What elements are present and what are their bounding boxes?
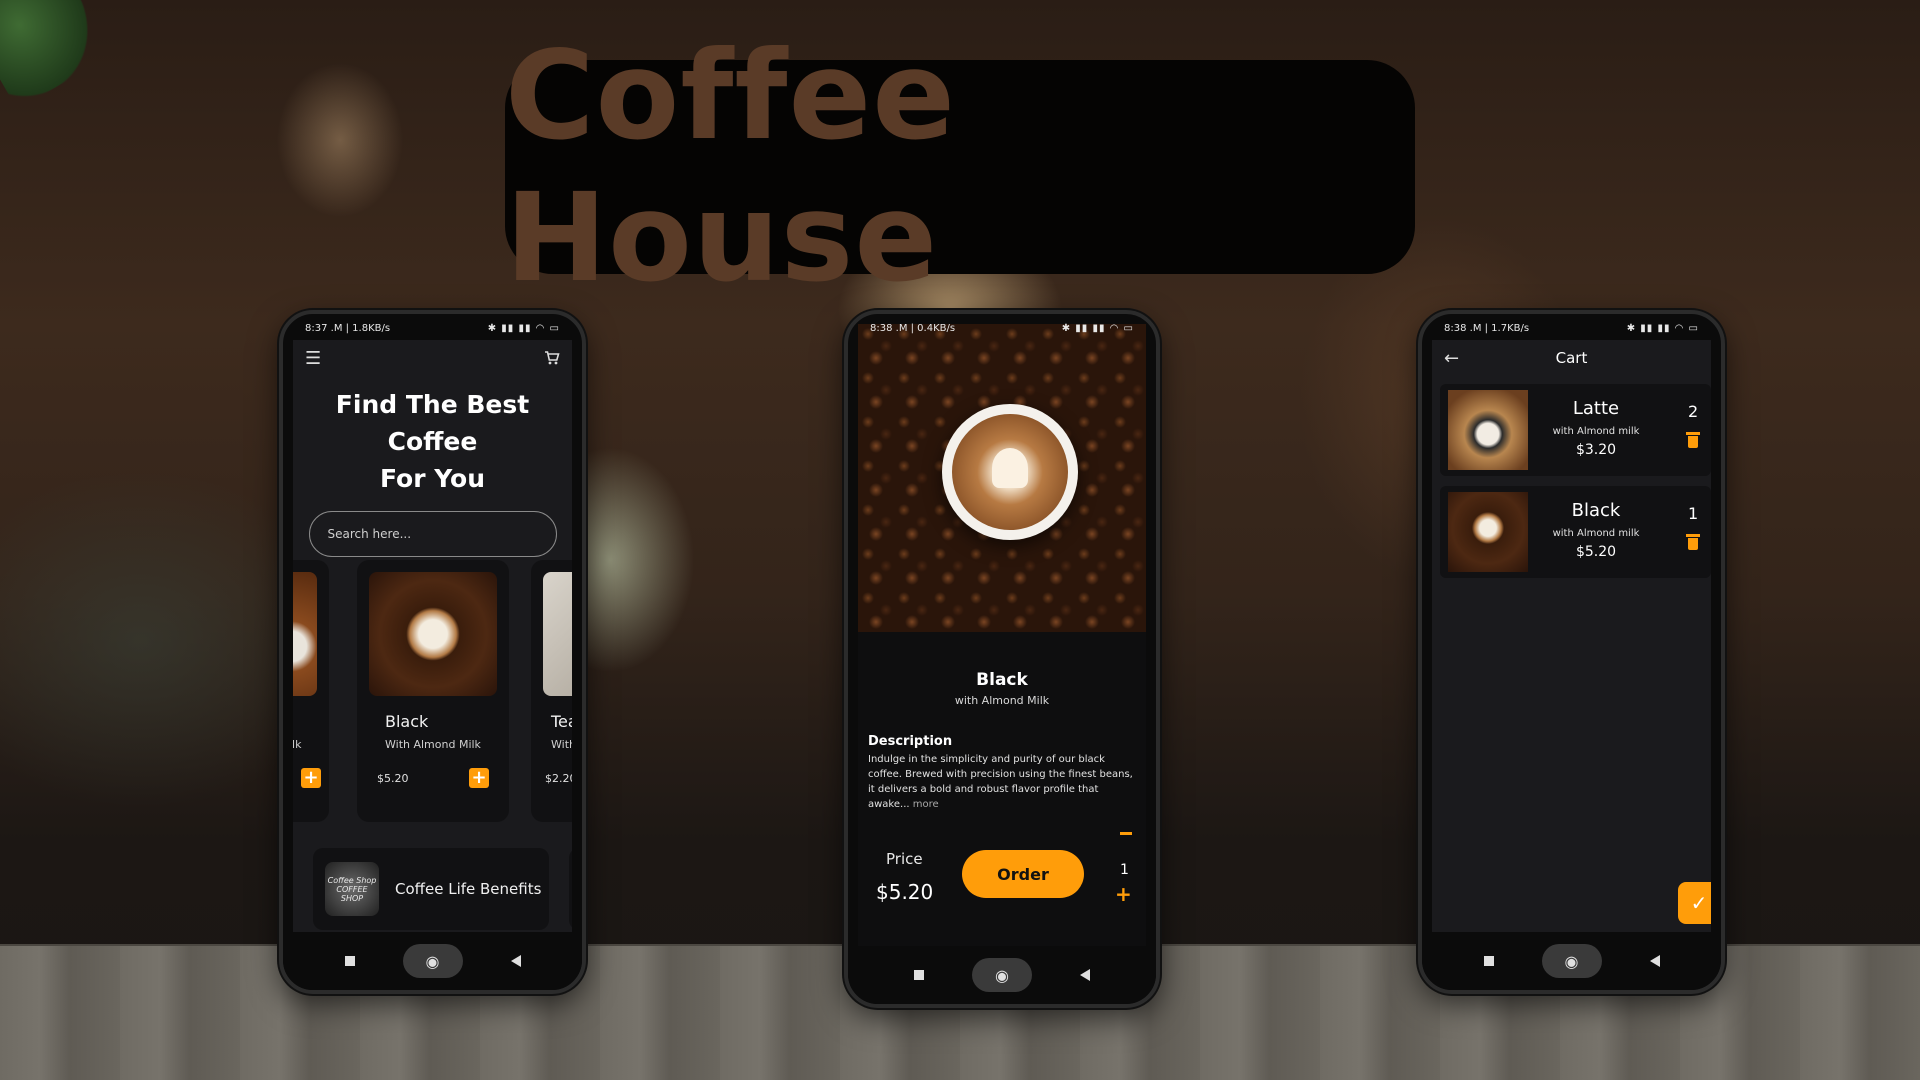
coffee-card-image — [543, 572, 572, 696]
cart-topbar: ← Cart — [1432, 340, 1711, 376]
coffee-carousel[interactable]: ilk + Black With Almond Milk $5.20 + Tea… — [293, 560, 572, 822]
plant-leaf-decoration — [0, 0, 113, 110]
status-bar: 8:37 .M | 1.8KB/s ✱ ▮▮ ▮▮ ◠ ▭ — [293, 316, 572, 340]
description-body: Indulge in the simplicity and purity of … — [868, 754, 1133, 810]
increase-quantity-button[interactable]: + — [1115, 882, 1132, 906]
home-screen: ☰ Find The Best Coffee For You Search he… — [293, 340, 572, 932]
home-topbar: ☰ — [293, 340, 572, 376]
coffee-subtitle: with Almond Milk — [954, 694, 1050, 707]
cart-icon[interactable] — [544, 350, 560, 366]
coffee-card-price: $5.20 — [377, 772, 409, 785]
coffee-card-price: $2.20 — [545, 772, 572, 785]
coffee-hero-image — [858, 324, 1146, 632]
decrease-quantity-button[interactable] — [1120, 832, 1132, 835]
status-icons: ✱ ▮▮ ▮▮ ◠ ▭ — [1061, 322, 1134, 334]
coffee-cup-image — [942, 404, 1078, 540]
coffee-card-name: Black — [385, 712, 429, 731]
phone-cart: 8:38 .M | 1.7KB/s ✱ ▮▮ ▮▮ ◠ ▭ ← Cart Lat… — [1418, 310, 1725, 994]
coffee-card-name: Tea — [551, 712, 572, 731]
system-nav-bar: ◉ — [283, 932, 582, 990]
trash-icon[interactable] — [1686, 432, 1700, 448]
check-icon: ✓ — [1690, 891, 1708, 915]
price-value: $5.20 — [876, 880, 934, 904]
cart-screen: ← Cart Latte with Almond milk $3.20 2 Bl… — [1432, 340, 1711, 932]
coffee-name: Black — [976, 670, 1028, 690]
coffee-card-subtitle: With A — [551, 738, 572, 751]
cart-item-image — [1448, 492, 1528, 572]
add-to-cart-button[interactable]: + — [469, 768, 489, 788]
coffee-benefits-card[interactable]: Coffee Shop COFFEE SHOP Coffee Life Bene… — [313, 848, 549, 930]
cart-item-image — [1448, 390, 1528, 470]
coffee-shop-logo: Coffee Shop COFFEE SHOP — [325, 862, 379, 916]
nav-back-icon[interactable] — [1649, 955, 1660, 967]
benefits-card-next[interactable] — [569, 848, 572, 930]
nav-square-icon[interactable] — [914, 970, 924, 980]
page-title: Cart — [1555, 349, 1588, 367]
cart-item-price: $3.20 — [1575, 442, 1617, 458]
status-left: 8:37 .M | 1.8KB/s — [305, 322, 391, 334]
search-input[interactable]: Search here... — [308, 511, 557, 557]
trash-icon[interactable] — [1686, 534, 1700, 550]
page-title: Find The Best Coffee For You — [293, 386, 572, 497]
status-left: 8:38 .M | 0.4KB/s — [870, 322, 956, 334]
nav-home-icon[interactable]: ◉ — [402, 944, 463, 978]
coffee-card-image — [293, 572, 317, 696]
coffee-card[interactable]: ilk + — [293, 560, 329, 822]
status-bar: 8:38 .M | 0.4KB/s ✱ ▮▮ ▮▮ ◠ ▭ — [858, 316, 1146, 340]
menu-icon[interactable]: ☰ — [305, 348, 321, 369]
cart-item[interactable]: Black with Almond milk $5.20 1 — [1440, 486, 1711, 578]
benefits-label: Coffee Life Benefits — [395, 880, 542, 898]
order-button[interactable]: Order — [962, 850, 1084, 898]
checkout-button[interactable]: ✓ — [1678, 882, 1711, 924]
nav-square-icon[interactable] — [1483, 956, 1494, 966]
system-nav-bar: ◉ — [1422, 932, 1721, 990]
coffee-card[interactable]: Black With Almond Milk $5.20 + — [357, 560, 509, 822]
phone-home: 8:37 .M | 1.8KB/s ✱ ▮▮ ▮▮ ◠ ▭ ☰ Find The… — [279, 310, 586, 994]
title-banner: Coffee House — [505, 25, 1415, 309]
quantity-value: 1 — [1120, 862, 1129, 878]
cart-item-name: Latte — [1572, 398, 1620, 419]
cart-item-quantity: 2 — [1688, 402, 1699, 421]
coffee-card[interactable]: Tea With A $2.20 — [531, 560, 572, 822]
cart-item-subtitle: with Almond milk — [1552, 528, 1640, 539]
nav-home-icon[interactable]: ◉ — [1541, 944, 1602, 978]
nav-back-icon[interactable] — [510, 955, 521, 967]
coffee-card-subtitle: With Almond Milk — [385, 738, 481, 751]
headline-line-1: Find The Best Coffee — [335, 390, 530, 456]
add-to-cart-button[interactable]: + — [301, 768, 321, 788]
phone-detail: 8:38 .M | 0.4KB/s ✱ ▮▮ ▮▮ ◠ ▭ Black with… — [844, 310, 1160, 1008]
cart-item[interactable]: Latte with Almond milk $3.20 2 — [1440, 384, 1711, 476]
detail-screen: Black with Almond Milk Description Indul… — [858, 324, 1146, 946]
cart-item-price: $5.20 — [1575, 544, 1617, 560]
coffee-card-subtitle: ilk — [293, 738, 302, 751]
status-bar: 8:38 .M | 1.7KB/s ✱ ▮▮ ▮▮ ◠ ▭ — [1432, 316, 1711, 340]
status-icons: ✱ ▮▮ ▮▮ ◠ ▭ — [487, 322, 560, 334]
banner-title: Coffee House — [505, 25, 956, 309]
cart-item-name: Black — [1571, 500, 1621, 521]
status-icons: ✱ ▮▮ ▮▮ ◠ ▭ — [1626, 322, 1699, 334]
cart-item-quantity: 1 — [1688, 504, 1699, 523]
nav-back-icon[interactable] — [1080, 969, 1090, 981]
nav-square-icon[interactable] — [344, 956, 355, 966]
price-label: Price — [886, 850, 923, 868]
nav-home-icon[interactable]: ◉ — [972, 958, 1032, 992]
system-nav-bar: ◉ — [848, 946, 1156, 1004]
description-heading: Description — [868, 734, 953, 749]
headline-line-2: For You — [379, 464, 486, 493]
read-more-link[interactable]: more — [913, 799, 939, 810]
cart-item-subtitle: with Almond milk — [1552, 426, 1640, 437]
status-left: 8:38 .M | 1.7KB/s — [1444, 322, 1530, 334]
coffee-card-image — [369, 572, 497, 696]
description-text: Indulge in the simplicity and purity of … — [868, 752, 1136, 812]
